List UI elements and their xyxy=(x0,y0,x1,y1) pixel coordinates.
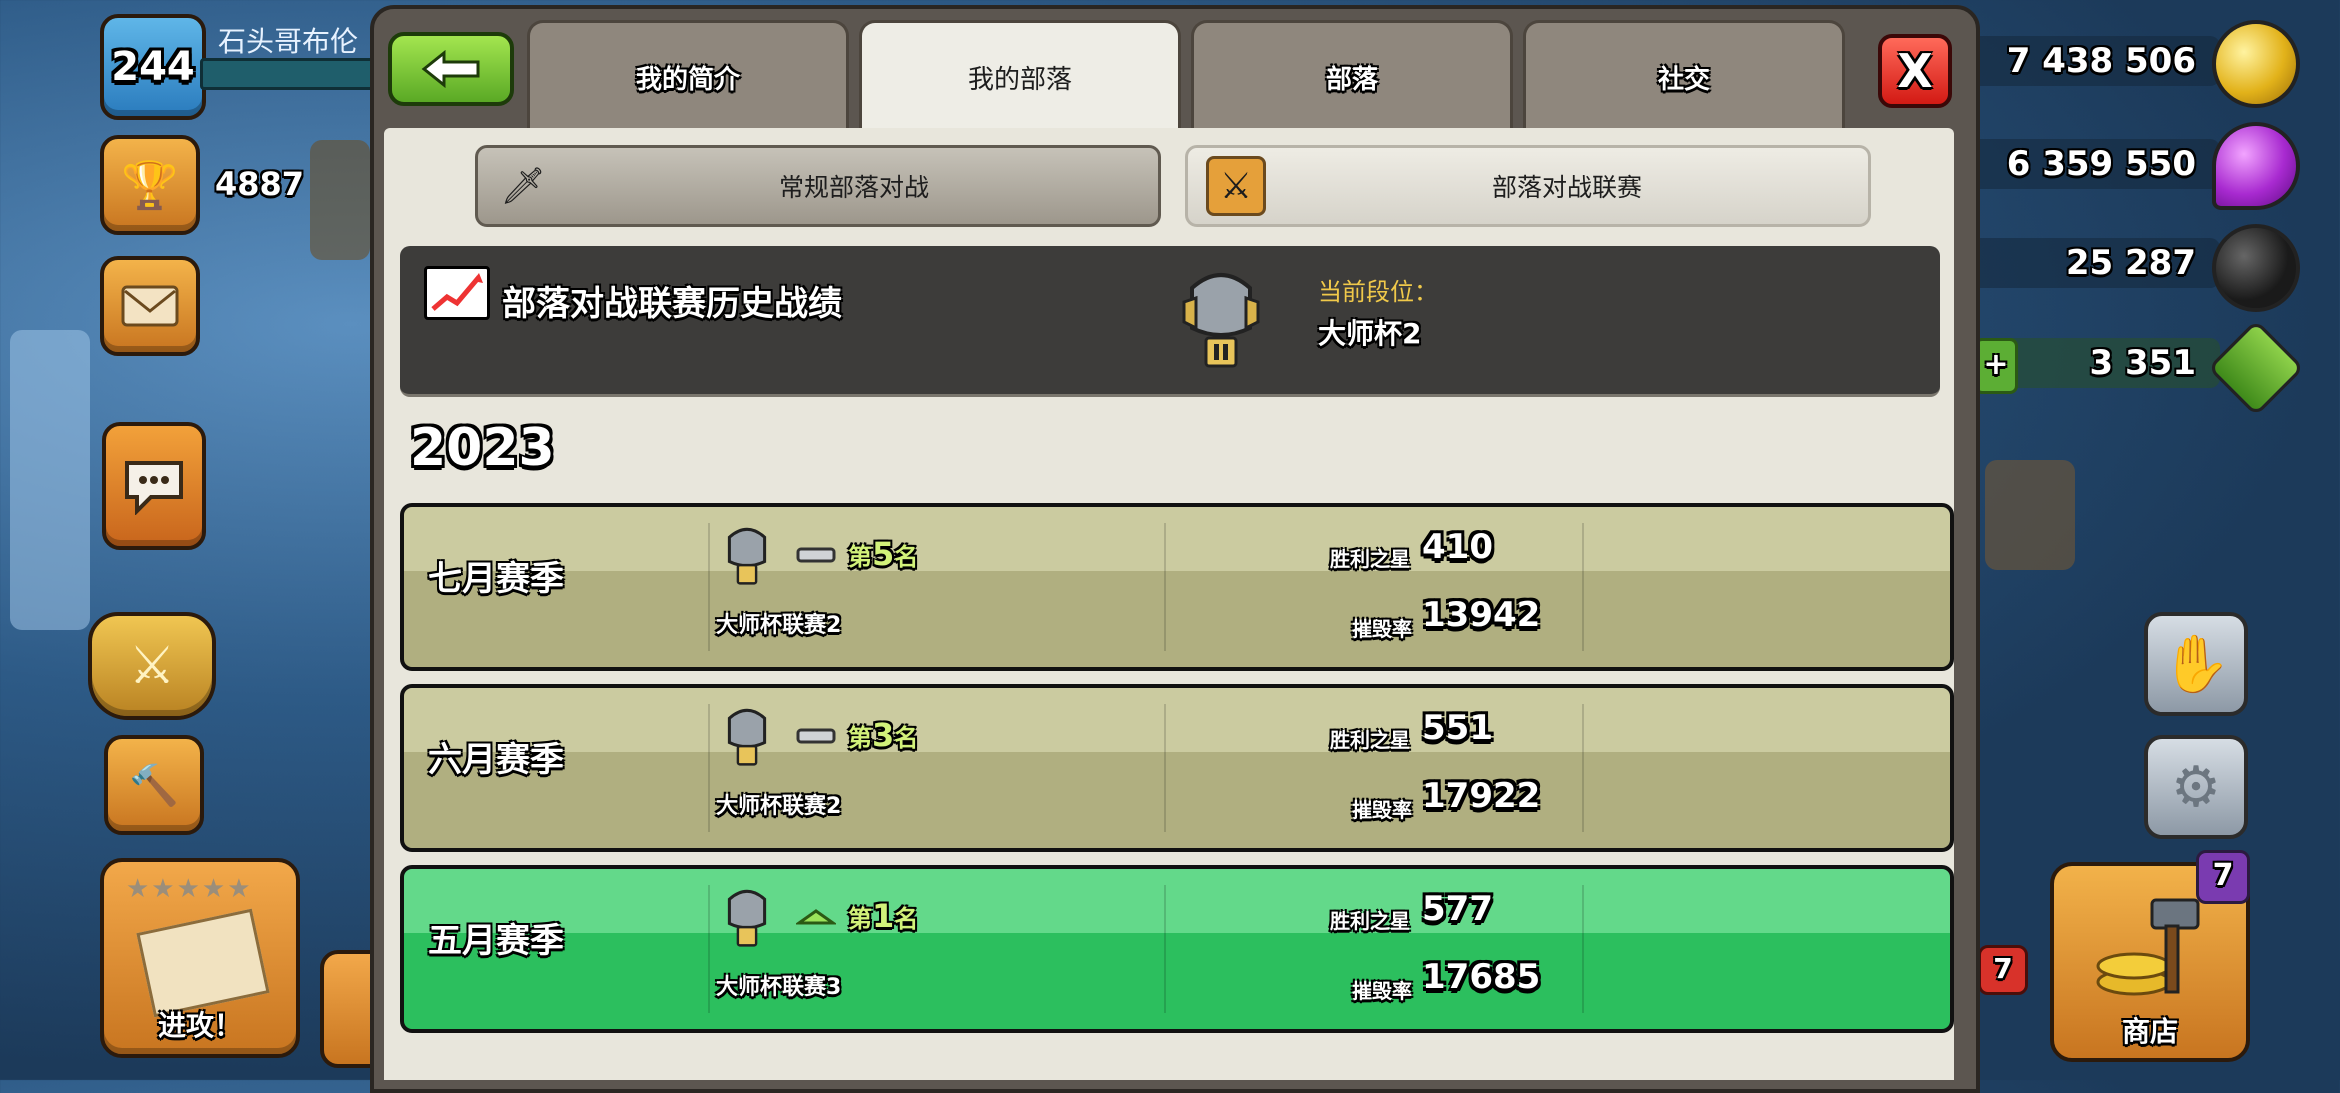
league-name: 大师杯联赛2 xyxy=(716,613,842,638)
chat-button[interactable] xyxy=(102,422,206,550)
history-title: 部落对战联赛历史战绩 xyxy=(502,284,842,324)
building-silhouette xyxy=(1985,460,2075,570)
destruction-value: 13942 xyxy=(1422,595,1541,635)
tab-my-clan[interactable]: 我的部落 xyxy=(859,20,1181,131)
back-arrow-icon xyxy=(421,50,480,88)
xp-bar xyxy=(200,58,376,90)
rank-same-icon xyxy=(796,547,836,563)
rank-same-icon xyxy=(796,728,836,744)
rank-up-icon xyxy=(796,909,836,925)
league-history-header: 部落对战联赛历史战绩 当前段位： 大师杯2 xyxy=(400,246,1940,397)
add-gems-button[interactable]: + xyxy=(1974,338,2018,394)
season-rank: 第5名 xyxy=(848,535,919,573)
close-icon: X xyxy=(1897,44,1933,98)
destruction-label: 摧毁率 xyxy=(1352,979,1412,1003)
stars-label: 胜利之星 xyxy=(1330,909,1410,933)
season-rank: 第1名 xyxy=(848,897,919,935)
trophy-count: 4887 xyxy=(215,165,305,203)
divider xyxy=(1164,523,1166,651)
player-name: 石头哥布伦 xyxy=(218,25,359,58)
close-button[interactable]: X xyxy=(1878,34,1952,108)
level-badge[interactable]: 244 xyxy=(100,14,206,120)
shop-label: 商店 xyxy=(2121,1015,2178,1048)
attack-label: 进攻！ xyxy=(157,1009,242,1042)
trophy-icon: 🏆 xyxy=(121,157,179,212)
master-league-icon xyxy=(727,708,767,766)
season-rank: 第3名 xyxy=(848,716,919,754)
notification-badge: 7 xyxy=(1978,945,2028,995)
tab-my-profile[interactable]: 我的简介 xyxy=(527,20,849,131)
mail-button[interactable] xyxy=(100,256,200,356)
back-button[interactable] xyxy=(388,32,514,106)
builder-base-button[interactable]: 🔨 xyxy=(104,735,204,835)
war-league-button[interactable]: ⚔ 部落对战联赛 xyxy=(1185,145,1871,227)
dark-elixir-icon xyxy=(2212,224,2300,312)
season-name: 五月赛季 xyxy=(428,921,564,961)
attack-button[interactable]: ★★★★★ 进攻！ xyxy=(100,858,300,1058)
hand-move-icon: ✋ xyxy=(2161,632,2231,697)
clan-war-button[interactable]: ⚔ xyxy=(88,612,216,720)
current-rank-label: 当前段位： xyxy=(1318,278,1438,306)
attack-stars: ★★★★★ xyxy=(126,874,253,904)
snow-patch xyxy=(10,330,90,630)
trophy-button[interactable]: 🏆 xyxy=(100,135,200,235)
season-row[interactable]: 七月赛季 第5名 大师杯联赛2 胜利之星 410 摧毁率 13942 xyxy=(400,503,1954,671)
master-league-icon xyxy=(1182,273,1260,368)
building-silhouette xyxy=(310,140,370,260)
season-row[interactable]: 六月赛季 第3名 大师杯联赛2 胜利之星 551 摧毁率 17922 xyxy=(400,684,1954,852)
league-name: 大师杯联赛3 xyxy=(716,975,842,1000)
stars-label: 胜利之星 xyxy=(1330,728,1410,752)
destruction-value: 17922 xyxy=(1422,776,1541,816)
divider xyxy=(1164,704,1166,832)
season-name: 七月赛季 xyxy=(428,559,564,599)
edit-layout-button[interactable]: ✋ xyxy=(2144,612,2248,716)
elixir-icon xyxy=(2212,122,2300,210)
stars-value: 410 xyxy=(1422,527,1493,567)
gear-icon: ⚙ xyxy=(2170,754,2222,820)
crossed-swords-icon: ⚔ xyxy=(1206,156,1266,216)
divider xyxy=(1582,704,1584,832)
season-row[interactable]: 五月赛季 第1名 大师杯联赛3 胜利之星 577 摧毁率 17685 xyxy=(400,865,1954,1033)
tab-social[interactable]: 社交 xyxy=(1523,20,1845,131)
stars-label: 胜利之星 xyxy=(1330,547,1410,571)
destruction-label: 摧毁率 xyxy=(1352,617,1412,641)
current-rank-value: 大师杯2 xyxy=(1318,317,1422,350)
league-name: 大师杯联赛2 xyxy=(716,794,842,819)
regular-war-button[interactable]: 🗡 常规部落对战 xyxy=(475,145,1161,227)
chat-icon xyxy=(125,461,183,515)
map-icon xyxy=(136,908,270,1018)
sword-icon: 🗡 xyxy=(500,166,546,207)
divider xyxy=(1164,885,1166,1013)
settings-button[interactable]: ⚙ xyxy=(2144,735,2248,839)
crossed-swords-icon: ⚔ xyxy=(128,636,176,696)
builder-icon: 🔨 xyxy=(129,762,179,809)
destruction-value: 17685 xyxy=(1422,957,1541,997)
master-league-icon xyxy=(727,527,767,585)
season-name: 六月赛季 xyxy=(428,740,564,780)
year-heading: 2023 xyxy=(410,418,555,478)
divider xyxy=(1582,885,1584,1013)
chart-trend-icon xyxy=(424,266,490,320)
shop-badge: 7 xyxy=(2196,850,2250,904)
stars-value: 551 xyxy=(1422,708,1493,748)
hammer-icon xyxy=(2096,898,2200,996)
master-league-icon xyxy=(727,889,767,947)
destruction-label: 摧毁率 xyxy=(1352,798,1412,822)
tab-clans[interactable]: 部落 xyxy=(1191,20,1513,131)
mail-icon xyxy=(121,285,179,327)
divider xyxy=(708,704,710,832)
divider xyxy=(708,523,710,651)
divider xyxy=(708,885,710,1013)
gold-icon xyxy=(2212,20,2300,108)
divider xyxy=(1582,523,1584,651)
stars-value: 577 xyxy=(1422,889,1493,929)
